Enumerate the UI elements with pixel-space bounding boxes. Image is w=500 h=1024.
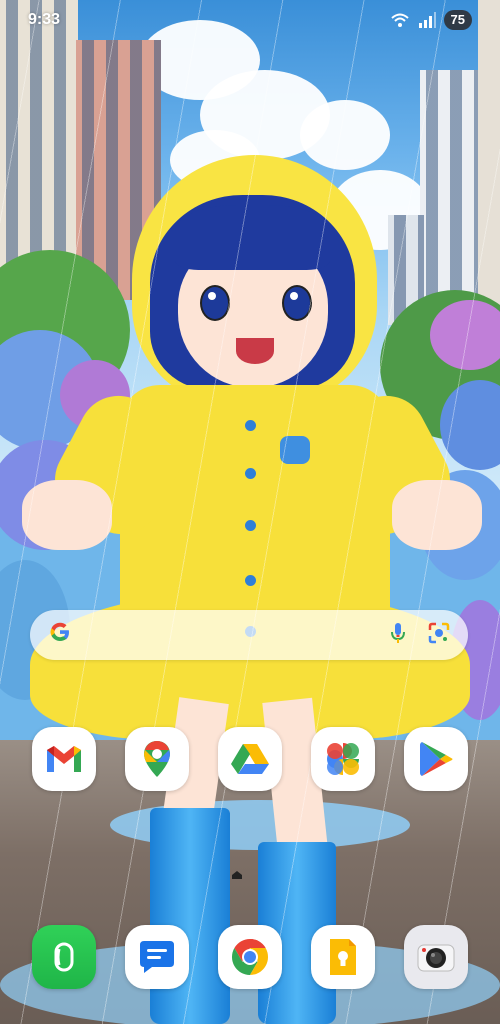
wifi-icon	[390, 12, 410, 28]
drive-icon	[230, 742, 270, 776]
gmail-icon	[45, 744, 83, 774]
mic-icon[interactable]	[390, 622, 406, 649]
messages-app[interactable]	[125, 925, 189, 989]
chrome-icon	[230, 937, 270, 977]
clock: 9:33	[28, 11, 61, 28]
play-store-icon	[419, 740, 453, 778]
keep-app[interactable]	[311, 925, 375, 989]
phone-icon	[48, 941, 80, 973]
status-icons: 75	[390, 10, 472, 30]
maps-app[interactable]	[125, 727, 189, 791]
home-page-indicator	[232, 866, 242, 879]
home-app-row	[32, 727, 468, 791]
photos-app[interactable]	[311, 727, 375, 791]
phone-app[interactable]	[32, 925, 96, 989]
dock	[32, 925, 468, 989]
photos-icon	[325, 741, 361, 777]
chrome-app[interactable]	[218, 925, 282, 989]
keep-icon	[328, 937, 358, 977]
status-bar: 9:33 75	[0, 0, 500, 40]
google-logo	[48, 620, 72, 650]
rain-streaks	[0, 0, 500, 1024]
camera-app[interactable]	[404, 925, 468, 989]
wallpaper	[0, 0, 500, 1024]
maps-icon	[142, 739, 172, 779]
battery-indicator: 75	[443, 10, 472, 30]
gmail-app[interactable]	[32, 727, 96, 791]
messages-icon	[138, 939, 176, 975]
drive-app[interactable]	[218, 727, 282, 791]
play-store-app[interactable]	[404, 727, 468, 791]
signal-icon	[418, 12, 436, 28]
camera-icon	[416, 941, 456, 973]
google-search-bar[interactable]	[30, 610, 468, 660]
lens-icon[interactable]	[428, 622, 450, 649]
